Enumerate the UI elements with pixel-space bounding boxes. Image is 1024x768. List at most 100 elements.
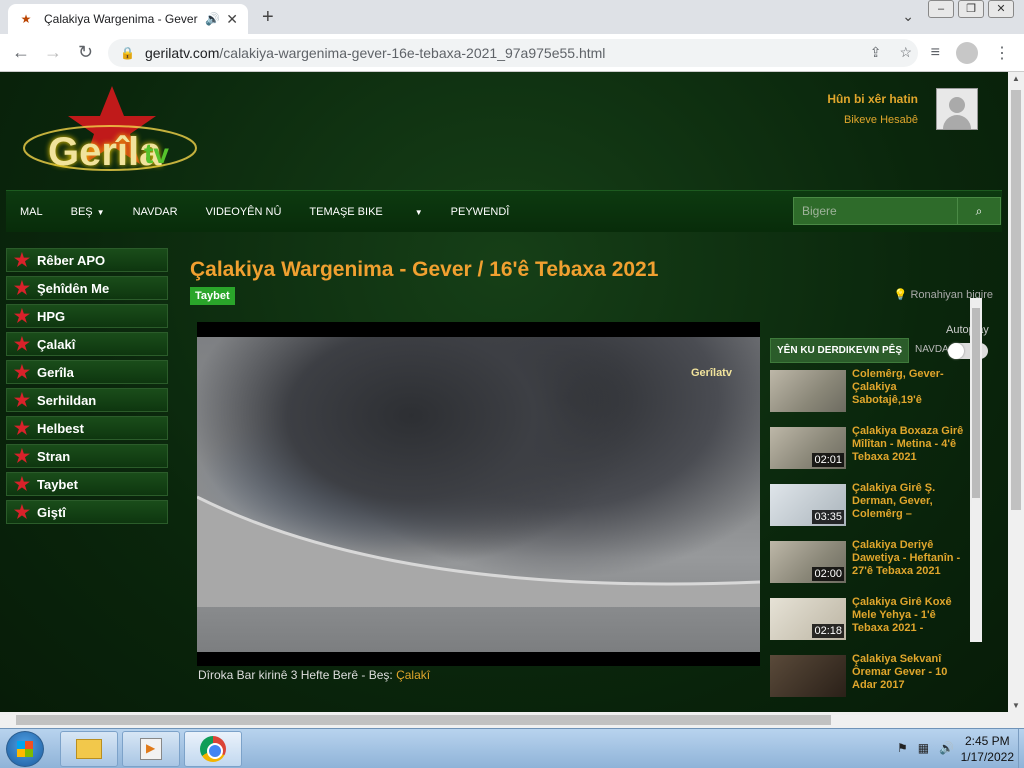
scrollbar-thumb[interactable]: [16, 715, 831, 725]
explorer-taskbar-button[interactable]: [60, 731, 118, 767]
scroll-up-icon[interactable]: ▲: [1012, 74, 1020, 83]
nav-item-peywendi[interactable]: PEYWENDÎ: [437, 206, 524, 218]
url-input[interactable]: 🔒 gerilatv.com/calakiya-wargenima-gever-…: [108, 39, 918, 67]
related-title[interactable]: Çalakiya Girê Ş. Derman, Gever, Colemêrg…: [852, 482, 968, 521]
clock[interactable]: 2:45 PM 1/17/2022: [961, 733, 1014, 765]
video-thumbnail[interactable]: [770, 370, 846, 412]
network-icon[interactable]: ▦: [918, 741, 929, 755]
video-frame[interactable]: Gerîlatv: [197, 337, 760, 652]
site-logo[interactable]: Gerîla tv: [22, 86, 202, 176]
media-control-icon[interactable]: ≡: [931, 44, 940, 62]
related-title[interactable]: Çalakiya Deriyê Dawetiya - Heftanîn - 27…: [852, 539, 968, 578]
nav-item-more[interactable]: ▼: [397, 206, 437, 218]
sidebar-item-calaki[interactable]: ★ Çalakî: [6, 332, 168, 356]
star-icon: ★: [13, 501, 31, 522]
wall-graphic: [197, 495, 760, 607]
search-icon: ⌕: [975, 204, 983, 218]
related-scrollbar-thumb[interactable]: [972, 308, 980, 498]
duration-badge: 03:35: [812, 510, 844, 524]
video-player[interactable]: Gerîlatv: [197, 322, 760, 666]
video-thumbnail[interactable]: 02:18: [770, 598, 846, 640]
browser-tab[interactable]: ★ Çalakiya Wargenima - Gever 🔊 ✕: [8, 4, 248, 34]
nav-item-navdar[interactable]: NAVDAR: [119, 206, 192, 218]
nav-item-bes[interactable]: BEŞ ▼: [57, 206, 119, 218]
star-icon[interactable]: ☆: [899, 44, 912, 61]
video-thumbnail[interactable]: 03:35: [770, 484, 846, 526]
sidebar-item-sehiden-me[interactable]: ★ Şehîdên Me: [6, 276, 168, 300]
menu-icon[interactable]: ⋮: [994, 43, 1010, 63]
sidebar-item-reber-apo[interactable]: ★ Rêber APO: [6, 248, 168, 272]
show-desktop-button[interactable]: [1018, 729, 1024, 768]
autoplay-toggle[interactable]: [948, 343, 988, 359]
sidebar-item-stran[interactable]: ★ Stran: [6, 444, 168, 468]
related-title[interactable]: Çalakiya Girê Koxê Mele Yehya - 1'ê Teba…: [852, 596, 968, 635]
nav-item-temase-bike[interactable]: TEMAŞE BIKE: [295, 206, 396, 218]
page-horizontal-scrollbar[interactable]: [0, 712, 1024, 728]
sidebar-item-serhildan[interactable]: ★ Serhildan: [6, 388, 168, 412]
nav-item-mal[interactable]: MAL: [6, 206, 57, 218]
related-title[interactable]: Çalakiya Sekvanî Ôremar Gever - 10 Adar …: [852, 653, 968, 692]
list-item[interactable]: Çalakiya Sekvanî Ôremar Gever - 10 Adar …: [768, 653, 970, 710]
action-center-icon[interactable]: ⚑: [897, 741, 908, 755]
related-title[interactable]: Colemêrg, Gever-Çalakiya Sabotajê,19'ê: [852, 368, 968, 407]
list-item[interactable]: 02:00 Çalakiya Deriyê Dawetiya - Heftanî…: [768, 539, 970, 596]
list-item[interactable]: 03:35 Çalakiya Girê Ş. Derman, Gever, Co…: [768, 482, 970, 539]
video-thumbnail[interactable]: 02:01: [770, 427, 846, 469]
nav-item-videoyen-nu[interactable]: VIDEOYÊN NÛ: [192, 206, 296, 218]
duration-badge: 02:01: [812, 453, 844, 467]
audio-playing-icon[interactable]: 🔊: [205, 12, 220, 26]
list-item[interactable]: 02:18 Çalakiya Girê Koxê Mele Yehya - 1'…: [768, 596, 970, 653]
close-window-icon[interactable]: ✕: [988, 0, 1014, 18]
star-icon: ★: [13, 333, 31, 354]
related-title[interactable]: Çalakiya Boxaza Girê Mîlîtan - Metina - …: [852, 425, 968, 464]
scrollbar-thumb[interactable]: [1011, 90, 1021, 510]
sidebar: ★ Rêber APO ★ Şehîdên Me ★ HPG ★ Çalakî ★ Ger…: [6, 248, 168, 528]
lock-icon[interactable]: 🔒: [120, 46, 135, 60]
autoplay-label: Autoplay: [946, 324, 989, 336]
up-next-label: YÊN KU DERDIKEVIN PÊŞ: [770, 338, 910, 363]
lightbulb-icon: 💡: [893, 289, 908, 301]
restore-icon[interactable]: ❐: [958, 0, 984, 18]
list-item[interactable]: 02:01 Çalakiya Boxaza Girê Mîlîtan - Met…: [768, 425, 970, 482]
sidebar-item-gisti[interactable]: ★ Giştî: [6, 500, 168, 524]
back-icon[interactable]: ←: [12, 42, 30, 63]
reload-icon[interactable]: ↻: [78, 42, 93, 63]
list-item[interactable]: Colemêrg, Gever-Çalakiya Sabotajê,19'ê: [768, 368, 970, 425]
browser-tab-bar: ★ Çalakiya Wargenima - Gever 🔊 ✕ + ⌄ – ❐…: [0, 0, 1024, 34]
chevron-down-icon: ▼: [96, 207, 105, 217]
clock-time: 2:45 PM: [964, 734, 1010, 748]
scroll-down-icon[interactable]: ▼: [1012, 701, 1020, 710]
new-tab-icon[interactable]: +: [262, 6, 274, 29]
user-avatar[interactable]: [936, 88, 978, 130]
tab-title: Çalakiya Wargenima - Gever: [44, 12, 198, 26]
close-tab-icon[interactable]: ✕: [226, 11, 238, 28]
star-icon: ★: [13, 389, 31, 410]
sidebar-item-hpg[interactable]: ★ HPG: [6, 304, 168, 328]
star-icon: ★: [13, 305, 31, 326]
sidebar-item-taybet[interactable]: ★ Taybet: [6, 472, 168, 496]
video-thumbnail[interactable]: [770, 655, 846, 697]
video-thumbnail[interactable]: 02:00: [770, 541, 846, 583]
search-button[interactable]: ⌕: [957, 197, 1001, 225]
page-vertical-scrollbar[interactable]: ▲ ▼: [1008, 72, 1024, 712]
chrome-taskbar-button[interactable]: [184, 731, 242, 767]
sidebar-item-gerila[interactable]: ★ Gerîla: [6, 360, 168, 384]
search-input[interactable]: Bigere: [793, 197, 959, 225]
star-icon: ★: [13, 249, 31, 270]
category-link[interactable]: Çalakî: [396, 668, 430, 682]
forward-icon[interactable]: →: [44, 42, 62, 63]
star-icon: ★: [13, 417, 31, 438]
login-link[interactable]: Bikeve Hesabê: [827, 114, 918, 126]
share-icon[interactable]: ⇪: [870, 44, 882, 61]
duration-badge: 02:00: [812, 567, 844, 581]
profile-icon[interactable]: [956, 42, 978, 64]
volume-icon[interactable]: 🔊: [939, 741, 954, 755]
sidebar-item-helbest[interactable]: ★ Helbest: [6, 416, 168, 440]
site-favicon-icon: ★: [20, 12, 32, 26]
category-badge[interactable]: Taybet: [190, 287, 235, 305]
start-button[interactable]: [6, 731, 44, 767]
tab-search-chevron-icon[interactable]: ⌄: [902, 8, 914, 25]
related-scrollbar[interactable]: [970, 298, 982, 642]
media-player-taskbar-button[interactable]: [122, 731, 180, 767]
minimize-icon[interactable]: –: [928, 0, 954, 18]
